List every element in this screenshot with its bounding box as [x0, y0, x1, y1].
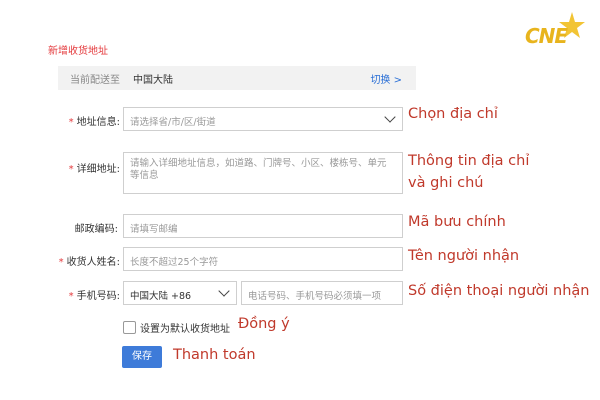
postcode-input[interactable]: 请填写邮编: [123, 214, 403, 238]
country-code-value: 中国大陆 +86: [130, 291, 192, 302]
postcode-placeholder: 请填写邮编: [130, 224, 178, 235]
recipient-name-label: * 收货人姓名:: [58, 257, 120, 268]
page-title: 新增收货地址: [48, 46, 108, 57]
recipient-name-input[interactable]: 长度不超过25个字符: [123, 247, 403, 271]
annotation-address: Chọn địa chỉ: [408, 106, 498, 122]
annotation-save: Thanh toán: [173, 347, 256, 363]
annotation-name: Tên người nhận: [408, 248, 520, 264]
annotation-postcode: Mã bưu chính: [408, 214, 506, 230]
logo-text: CNE: [525, 24, 568, 48]
chevron-down-icon: [384, 111, 396, 123]
default-address-label[interactable]: 设置为默认收货地址: [140, 320, 230, 335]
annotation-detail-line1: Thông tin địa chỉ: [408, 153, 530, 169]
detail-address-textarea[interactable]: 请输入详细地址信息，如道路、门牌号、小区、楼栋号、单元等信息: [123, 152, 403, 194]
save-button[interactable]: 保存: [122, 346, 162, 368]
shipping-prefix: 当前配送至: [70, 75, 120, 86]
address-select[interactable]: 请选择省/市/区/街道: [123, 107, 403, 131]
address-label: * 地址信息:: [68, 117, 120, 128]
switch-region-link[interactable]: 切换 >: [370, 71, 402, 86]
detail-address-placeholder: 请输入详细地址信息，如道路、门牌号、小区、楼栋号、单元等信息: [130, 158, 387, 181]
annotation-detail-line2: và ghi chú: [408, 175, 484, 191]
phone-number-input[interactable]: 电话号码、手机号码必须填一项: [241, 281, 403, 305]
detail-address-label: * 详细地址:: [68, 164, 120, 175]
country-code-select[interactable]: 中国大陆 +86: [123, 281, 237, 305]
annotation-checkbox: Đồng ý: [238, 316, 290, 332]
address-placeholder: 请选择省/市/区/街道: [130, 117, 216, 128]
default-address-checkbox[interactable]: [123, 321, 136, 334]
recipient-name-placeholder: 长度不超过25个字符: [130, 257, 219, 268]
annotation-phone: Số điện thoại người nhận: [408, 283, 590, 299]
brand-logo: CNE: [522, 10, 588, 50]
chevron-down-icon: [218, 285, 230, 297]
phone-number-placeholder: 电话号码、手机号码必须填一项: [248, 291, 382, 302]
shipping-destination-bar: 当前配送至 中国大陆 切换 >: [58, 66, 416, 90]
shipping-region: 中国大陆: [133, 75, 173, 86]
phone-label: * 手机号码:: [68, 291, 120, 302]
postcode-label: 邮政编码:: [74, 224, 118, 235]
